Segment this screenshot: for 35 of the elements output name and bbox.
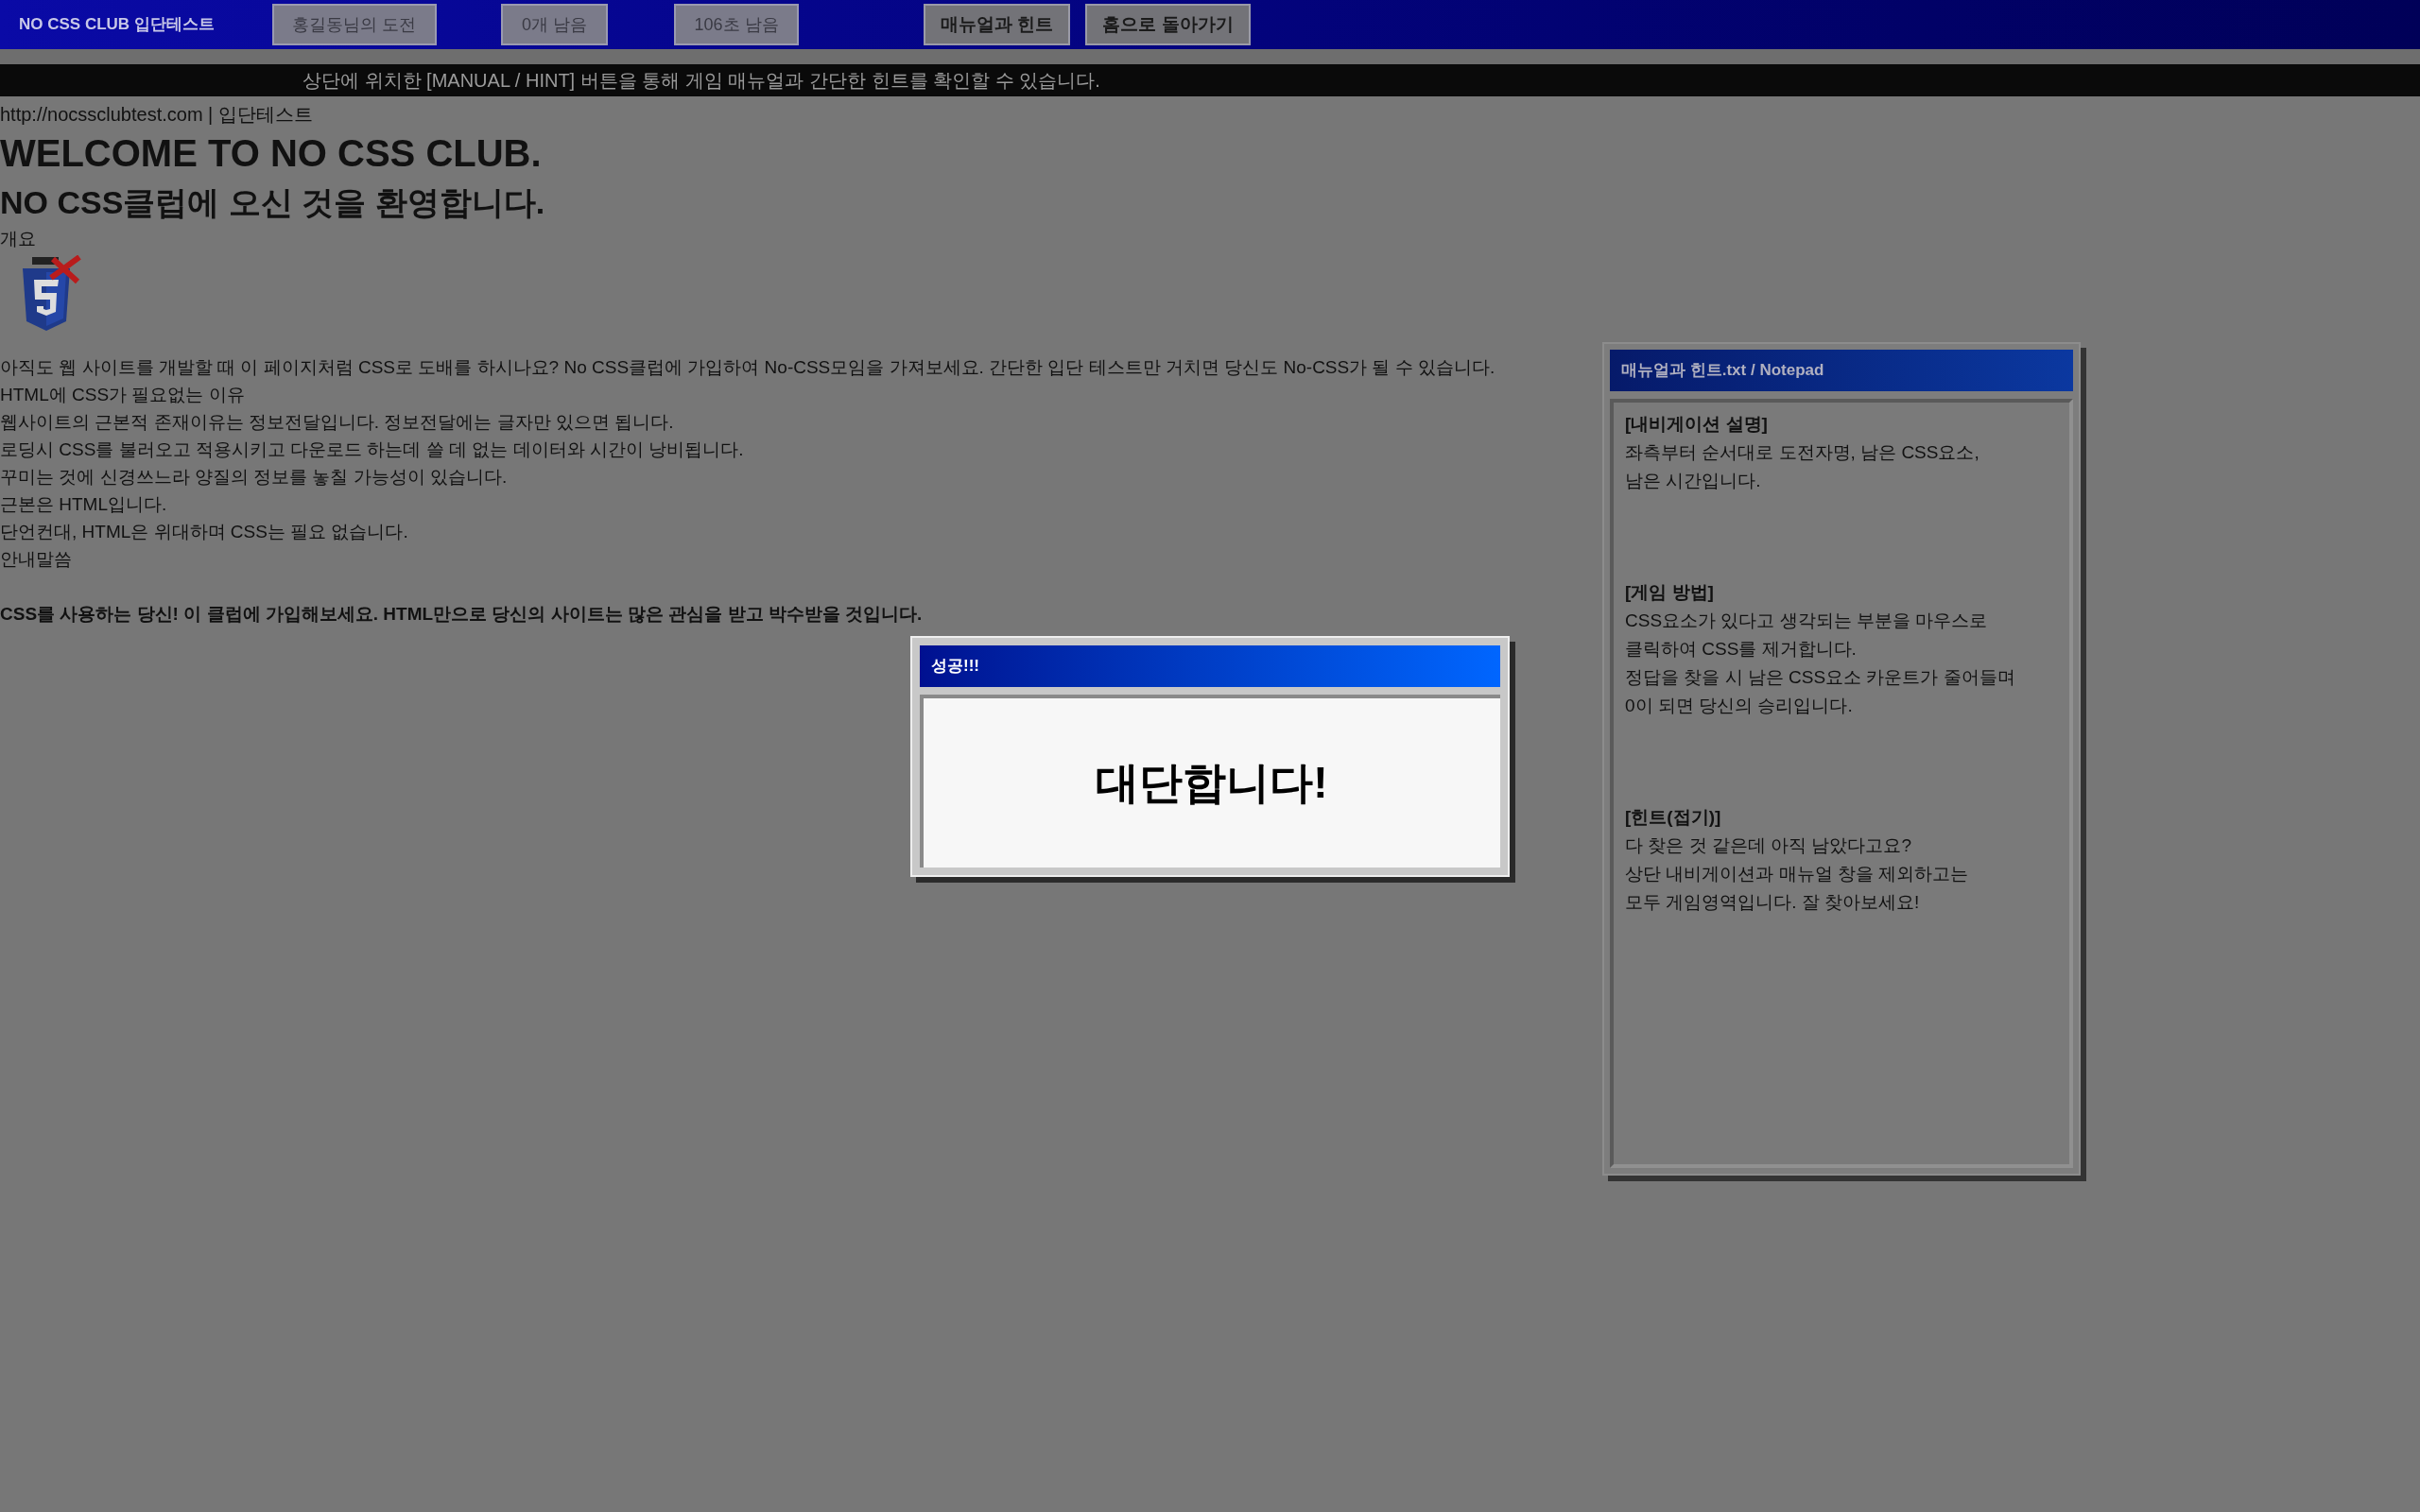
manual-text: 상단 내비게이션과 매뉴얼 창을 제외하고는 — [1625, 863, 1970, 885]
body-text: 로딩시 CSS를 불러오고 적용시키고 다운로드 하는데 쓸 데 없는 데이터와 시간이 낭비됩니다. — [0, 438, 744, 461]
section-heading: [게임 방법] — [1625, 581, 1715, 604]
page-subheading: NO CSS클럽에 오신 것을 환영합니다. — [0, 183, 545, 222]
manual-text: 0이 되면 당신의 승리입니다. — [1625, 695, 1854, 717]
manual-text: 정답을 찾을 시 남은 CSS요소 카운트가 줄어들며 — [1625, 666, 2016, 689]
closing-text: CSS를 사용하는 당신! 이 클럽에 가입해보세요. HTML만으로 당신의 사이트는 많은 관심을 받고 박수받을 것입니다. — [0, 603, 923, 626]
section-heading: [내비게이션 설명] — [1625, 413, 1769, 436]
status-field: 홍길동님의 도전 — [272, 4, 437, 45]
manual-text: 클릭하여 CSS를 제거합니다. — [1625, 638, 1858, 661]
nav-button[interactable]: 홈으로 돌아가기 — [1085, 4, 1251, 45]
body-text: HTML에 CSS가 필요없는 이유 — [0, 384, 245, 406]
body-text: 근본은 HTML입니다. — [0, 493, 167, 516]
body-text: 꾸미는 것에 신경쓰느라 양질의 정보를 놓칠 가능성이 있습니다. — [0, 466, 508, 489]
site-title: NO CSS CLUB 입단테스트 — [19, 14, 216, 36]
body-text: 웹사이트의 근본적 존재이유는 정보전달입니다. 정보전달에는 글자만 있으면 됩니다. — [0, 411, 674, 434]
status-field: 106초 남음 — [674, 4, 799, 45]
status-field: 0개 남음 — [501, 4, 608, 45]
section-label: 개요 — [0, 228, 36, 250]
window-title: 매뉴얼과 힌트.txt / Notepad — [1621, 360, 1824, 382]
manual-text: 좌측부터 순서대로 도전자명, 남은 CSS요소, — [1625, 441, 1980, 464]
dialog-title: 성공!!! — [931, 656, 979, 678]
manual-text: 모두 게임영역입니다. 잘 찾아보세요! — [1625, 891, 1921, 914]
body-text: 단언컨대, HTML은 위대하며 CSS는 필요 없습니다. — [0, 521, 408, 543]
page-heading: WELCOME TO NO CSS CLUB. — [0, 131, 542, 176]
body-text: 아직도 웹 사이트를 개발할 때 이 페이지처럼 CSS로 도배를 하시나요? No CSS클럽에 가입하여 No-CSS모임을 가져보세요. 간단한 입단 테스트만 거치면 당신도 No-CSS가 될 수 있습니다. — [0, 356, 1495, 379]
manual-text: 다 찾은 것 같은데 아직 남았다고요? — [1625, 834, 1912, 857]
manual-text: 남은 시간입니다. — [1625, 470, 1762, 492]
site-address: http://nocssclubtest.com | 입단테스트 — [0, 103, 313, 127]
section-heading: [힌트(접기)] — [1625, 806, 1722, 829]
dialog-message: 대단합니다! — [1096, 757, 1328, 809]
body-text: 안내말씀 — [0, 548, 72, 571]
nav-button[interactable]: 매뉴얼과 힌트 — [924, 4, 1071, 45]
manual-text: CSS요소가 있다고 생각되는 부분을 마우스로 — [1625, 610, 1989, 632]
notice-banner: 상단에 위치한 [MANUAL / HINT] 버튼을 통해 게임 매뉴얼과 간단한 힌트를 확인할 수 있습니다. — [0, 64, 2420, 96]
